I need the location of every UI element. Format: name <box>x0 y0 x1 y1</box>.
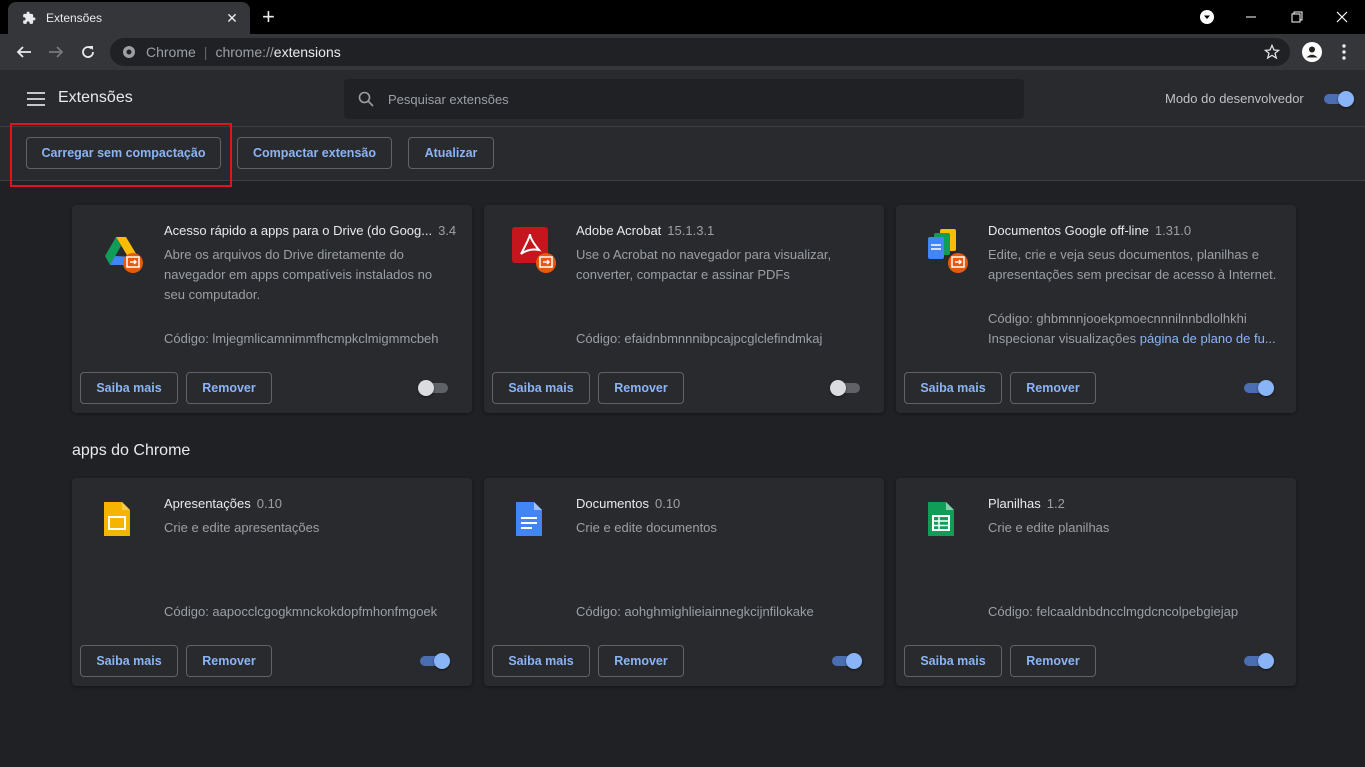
back-icon[interactable] <box>12 40 36 64</box>
close-window-icon[interactable] <box>1319 0 1365 34</box>
remove-button[interactable]: Remover <box>186 372 272 404</box>
update-button[interactable]: Atualizar <box>408 137 494 169</box>
app-toggle[interactable] <box>1242 653 1274 669</box>
app-card: Apresentações 0.10 Crie e edite apresenta… <box>72 478 472 686</box>
google-docs-offline-icon <box>924 227 972 275</box>
extension-code: Código: lmjegmlicamnimmfhcmpkclmigmmcbeh <box>164 331 439 346</box>
remove-button[interactable]: Remover <box>186 645 272 677</box>
remove-button[interactable]: Remover <box>1010 372 1096 404</box>
bookmark-star-icon[interactable] <box>1260 40 1284 64</box>
tab-close-icon[interactable]: ✕ <box>224 10 240 27</box>
tab-title: Extensões <box>46 11 103 25</box>
extension-card: Adobe Acrobat 15.1.3.1 Use o Acrobat no n… <box>484 205 884 413</box>
address-bar[interactable]: Chrome | chrome:// extensions <box>110 38 1290 66</box>
app-code: Código: aapocclcgogkmnckokdopfmhonfmgoek <box>164 604 438 619</box>
pack-extension-button[interactable]: Compactar extensão <box>237 137 392 169</box>
app-toggle[interactable] <box>830 653 862 669</box>
extensions-header: Extensões Modo do desenvolvedor <box>0 70 1365 127</box>
app-name-row: Documentos 0.10 <box>576 496 872 511</box>
minimize-icon[interactable] <box>1228 0 1274 34</box>
app-version: 0.10 <box>654 496 681 511</box>
app-name: Documentos <box>576 496 649 511</box>
app-code: Código: felcaaldnbdncclmgdcncolpebgiejap <box>988 604 1239 619</box>
restore-icon[interactable] <box>1274 0 1320 34</box>
extension-description: Edite, crie e veja seus documentos, plan… <box>988 247 1277 282</box>
apps-section-title: apps do Chrome <box>72 442 191 459</box>
app-toggle[interactable] <box>418 653 450 669</box>
adobe-acrobat-icon <box>512 227 560 275</box>
browser-toolbar: Chrome | chrome:// extensions <box>0 34 1365 70</box>
extension-version: 1.31.0 <box>1154 223 1192 238</box>
app-code: Código: aohghmighlieiainnegkcijnfilokake <box>576 604 814 619</box>
address-path: extensions <box>273 44 341 60</box>
browser-tab[interactable]: Extensões ✕ <box>8 2 250 34</box>
app-name: Planilhas <box>988 496 1041 511</box>
inspect-views-label: Inspecionar visualizações <box>988 331 1137 346</box>
search-input[interactable] <box>388 91 988 107</box>
extension-toggle[interactable] <box>418 380 450 396</box>
google-slides-icon <box>100 500 148 548</box>
app-description: Crie e edite apresentações <box>164 520 320 535</box>
background-page-link[interactable]: página de plano de fu... <box>1140 331 1276 346</box>
learn-more-button[interactable]: Saiba mais <box>492 645 590 677</box>
extension-version: 3.4 <box>438 223 457 238</box>
extension-code: Código: ghbmnnjooekpmoecnnnilnnbdlolhkhi <box>988 311 1247 326</box>
extension-toggle[interactable] <box>1242 380 1274 396</box>
title-bar: Extensões ✕ + <box>0 0 1365 34</box>
remove-button[interactable]: Remover <box>1010 645 1096 677</box>
highlight-box <box>10 123 232 187</box>
learn-more-button[interactable]: Saiba mais <box>904 645 1002 677</box>
profile-menu-icon[interactable] <box>1184 0 1230 34</box>
extension-name: Acesso rápido a apps para o Drive (do Go… <box>164 223 433 238</box>
app-name-row: Planilhas 1.2 <box>988 496 1284 511</box>
search-box[interactable] <box>344 79 1024 119</box>
learn-more-button[interactable]: Saiba mais <box>80 372 178 404</box>
address-separator: | <box>203 44 208 60</box>
remove-button[interactable]: Remover <box>598 372 684 404</box>
address-host: chrome:// <box>215 44 274 60</box>
new-tab-button[interactable]: + <box>262 6 275 28</box>
dev-mode-toggle[interactable] <box>1322 91 1354 107</box>
hamburger-menu-icon[interactable] <box>27 92 45 106</box>
menu-dots-icon[interactable] <box>1332 40 1356 64</box>
remove-button[interactable]: Remover <box>598 645 684 677</box>
extension-name: Adobe Acrobat <box>576 223 662 238</box>
search-icon <box>358 91 374 107</box>
dev-mode-label: Modo do desenvolvedor <box>1165 91 1304 106</box>
google-drive-icon <box>100 227 148 275</box>
extension-version: 15.1.3.1 <box>667 223 715 238</box>
extension-description: Abre os arquivos do Drive diretamente do… <box>164 247 433 302</box>
app-description: Crie e edite documentos <box>576 520 717 535</box>
google-sheets-icon <box>924 500 972 548</box>
puzzle-icon <box>23 11 36 24</box>
app-name-row: Apresentações 0.10 <box>164 496 460 511</box>
reload-icon[interactable] <box>76 40 100 64</box>
chrome-icon <box>123 46 135 58</box>
learn-more-button[interactable]: Saiba mais <box>904 372 1002 404</box>
address-scheme: Chrome <box>146 44 196 60</box>
profile-avatar-icon[interactable] <box>1300 40 1324 64</box>
extension-name-row: Acesso rápido a apps para o Drive (do Go… <box>164 223 460 238</box>
app-card: Planilhas 1.2 Crie e edite planilhas Códi… <box>896 478 1296 686</box>
extension-card: Documentos Google off-line 1.31.0 Edite, … <box>896 205 1296 413</box>
app-version: 1.2 <box>1046 496 1065 511</box>
extension-name: Documentos Google off-line <box>988 223 1149 238</box>
extension-card: Acesso rápido a apps para o Drive (do Go… <box>72 205 472 413</box>
forward-icon[interactable] <box>44 40 68 64</box>
app-name: Apresentações <box>164 496 251 511</box>
inspect-views: Inspecionar visualizações página de plan… <box>988 331 1284 346</box>
google-docs-icon <box>512 500 560 548</box>
app-description: Crie e edite planilhas <box>988 520 1110 535</box>
learn-more-button[interactable]: Saiba mais <box>492 372 590 404</box>
page-title: Extensões <box>58 89 133 106</box>
extension-name-row: Documentos Google off-line 1.31.0 <box>988 223 1284 238</box>
app-version: 0.10 <box>256 496 283 511</box>
app-card: Documentos 0.10 Crie e edite documentos C… <box>484 478 884 686</box>
extension-description: Use o Acrobat no navegador para visualiz… <box>576 247 832 282</box>
extension-code: Código: efaidnbmnnnibpcajpcglclefindmkaj <box>576 331 823 346</box>
extension-name-row: Adobe Acrobat 15.1.3.1 <box>576 223 872 238</box>
extension-toggle[interactable] <box>830 380 862 396</box>
learn-more-button[interactable]: Saiba mais <box>80 645 178 677</box>
